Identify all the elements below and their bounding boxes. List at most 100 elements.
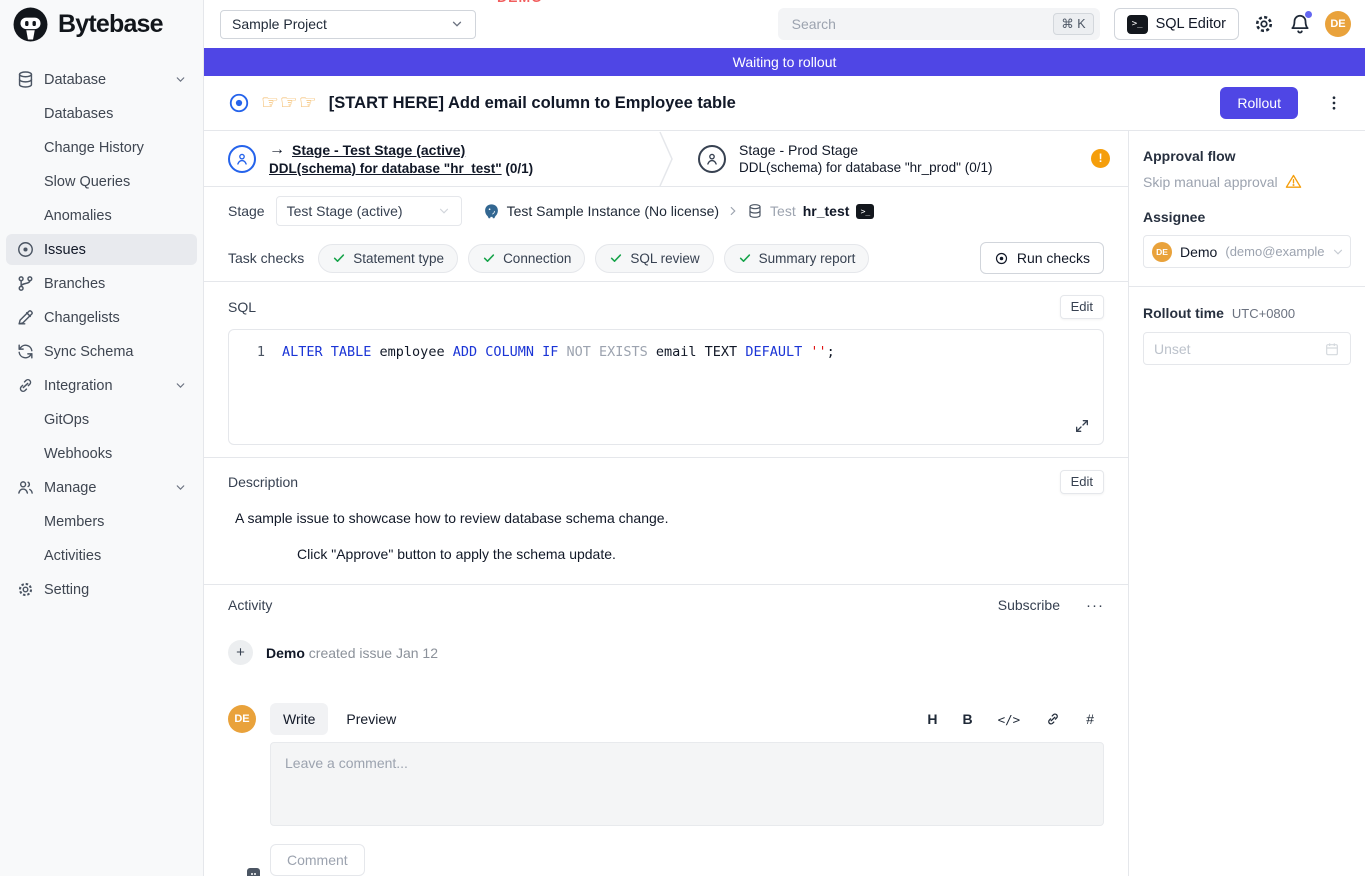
topbar: Sample Project ⌘ K >_ SQL Editor DE [204, 0, 1365, 48]
branch-icon [16, 274, 35, 293]
content-row: → Stage - Test Stage (active) DDL(schema… [204, 131, 1365, 876]
sql-edit-button[interactable]: Edit [1060, 295, 1104, 319]
more-menu-icon[interactable]: ··· [1086, 598, 1104, 613]
sidebar-item-integration[interactable]: Integration [6, 370, 197, 401]
chevron-down-icon [174, 481, 187, 494]
sidebar-item-sync-schema[interactable]: Sync Schema [6, 336, 197, 367]
hash-icon[interactable]: # [1086, 711, 1094, 727]
sidebar-item-label: Members [44, 514, 104, 530]
sidebar-item-label: Slow Queries [44, 174, 130, 190]
description-section: Description Edit A sample issue to showc… [204, 458, 1128, 584]
stage-progress: (0/1) [505, 161, 533, 176]
database-icon [16, 70, 35, 89]
tab-preview[interactable]: Preview [333, 703, 409, 735]
check-pill-summary-report[interactable]: Summary report [724, 244, 870, 273]
approval-flow-title: Approval flow [1143, 148, 1351, 164]
stage-select-dropdown[interactable]: Test Stage (active) [276, 196, 462, 226]
assignee-name: Demo [1180, 244, 1217, 260]
rollout-time-value: Unset [1154, 341, 1191, 357]
terminal-icon: >_ [1127, 15, 1148, 34]
check-pill-sql-review[interactable]: SQL review [595, 244, 713, 273]
expand-icon[interactable] [1074, 418, 1090, 434]
calendar-icon [1324, 341, 1340, 357]
sql-editor-button[interactable]: >_ SQL Editor [1114, 8, 1239, 40]
tab-write[interactable]: Write [270, 703, 328, 735]
check-pill-connection[interactable]: Connection [468, 244, 585, 273]
sidebar-item-activities[interactable]: Activities [6, 540, 197, 571]
sidebar-item-anomalies[interactable]: Anomalies [6, 200, 197, 231]
sidebar-item-label: Database [44, 72, 106, 88]
sidebar-item-databases[interactable]: Databases [6, 98, 197, 129]
issue-side-panel: Approval flow Skip manual approval Assig… [1128, 131, 1365, 876]
gear-icon [16, 580, 35, 599]
issue-title: [START HERE] Add email column to Employe… [329, 94, 736, 113]
sidebar-item-webhooks[interactable]: Webhooks [6, 438, 197, 469]
description-edit-button[interactable]: Edit [1060, 470, 1104, 494]
sidebar-item-members[interactable]: Members [6, 506, 197, 537]
comment-textarea[interactable] [270, 742, 1104, 826]
format-toolbar: H B </> # [927, 711, 1104, 727]
comment-editor: DE Write Preview H B </> [228, 703, 1104, 876]
activity-action: created issue Jan 12 [309, 645, 438, 661]
run-checks-button[interactable]: Run checks [980, 242, 1104, 274]
code-icon[interactable]: </> [998, 712, 1021, 727]
check-label: SQL review [630, 251, 699, 266]
assignee-avatar: DE [1152, 242, 1172, 262]
line-number: 1 [229, 342, 265, 362]
brand-logo[interactable]: Bytebase [0, 0, 203, 48]
check-icon [738, 251, 752, 265]
sidebar-item-setting[interactable]: Setting [6, 574, 197, 605]
sidebar-item-gitops[interactable]: GitOps [6, 404, 197, 435]
database-name[interactable]: hr_test [803, 203, 850, 219]
sidebar-item-branches[interactable]: Branches [6, 268, 197, 299]
sql-code-editor[interactable]: 1 ALTER TABLE employee ADD COLUMN IF NOT… [228, 329, 1104, 445]
sidebar-item-label: Activities [44, 548, 101, 564]
run-icon [994, 251, 1009, 266]
user-avatar[interactable]: DE [1325, 11, 1351, 37]
settings-gear-icon[interactable] [1253, 13, 1275, 35]
link-icon[interactable] [1045, 711, 1061, 727]
changelist-icon [16, 308, 35, 327]
chevron-down-icon [174, 379, 187, 392]
issue-icon [16, 240, 35, 259]
sidebar-item-label: Change History [44, 140, 144, 156]
search-box[interactable]: ⌘ K [778, 8, 1100, 40]
bold-icon[interactable]: B [963, 711, 973, 727]
kebab-menu-icon[interactable] [1325, 94, 1343, 112]
stage-text: → Stage - Test Stage (active) DDL(schema… [269, 141, 533, 176]
rollout-button[interactable]: Rollout [1220, 87, 1298, 119]
description-paragraph: A sample issue to showcase how to review… [235, 510, 1104, 526]
instance-name[interactable]: Test Sample Instance (No license) [507, 203, 719, 219]
notification-bell-icon[interactable] [1289, 13, 1311, 35]
sql-section: SQL Edit 1 ALTER TABLE employee ADD COLU… [204, 282, 1128, 457]
sidebar-item-manage[interactable]: Manage [6, 472, 197, 503]
sidebar-item-changelists[interactable]: Changelists [6, 302, 197, 333]
stage-warning-badge: ! [1091, 149, 1110, 168]
activity-actor[interactable]: Demo [266, 645, 305, 661]
stage-card-prod[interactable]: Stage - Prod Stage DDL(schema) for datab… [674, 131, 1128, 186]
stage-separator [658, 131, 674, 186]
sidebar-item-database[interactable]: Database [6, 64, 197, 95]
sidebar-item-change-history[interactable]: Change History [6, 132, 197, 163]
commenter-avatar: DE [228, 705, 256, 733]
sidebar-item-slow-queries[interactable]: Slow Queries [6, 166, 197, 197]
sidebar-item-issues[interactable]: Issues [6, 234, 197, 265]
rollout-time-picker[interactable]: Unset [1143, 332, 1351, 365]
pointer-emoji: ☞☞☞ [261, 93, 318, 113]
stage-task: DDL(schema) for database "hr_prod" [739, 160, 961, 175]
comment-submit-button[interactable]: Comment [270, 844, 365, 876]
stage-card-test[interactable]: → Stage - Test Stage (active) DDL(schema… [204, 131, 658, 186]
search-input[interactable] [790, 15, 1046, 33]
project-select[interactable]: Sample Project [220, 10, 476, 39]
task-checks-row: Task checks Statement type Connection SQ… [204, 235, 1128, 282]
assignee-email: (demo@example [1225, 244, 1328, 259]
check-pill-statement-type[interactable]: Statement type [318, 244, 458, 273]
heading-icon[interactable]: H [927, 711, 937, 727]
subscribe-button[interactable]: Subscribe [998, 597, 1060, 613]
assignee-select[interactable]: DE Demo (demo@example [1143, 235, 1351, 268]
sidebar-item-label: Webhooks [44, 446, 112, 462]
open-in-sql-editor-icon[interactable]: >_ [856, 204, 874, 219]
comment-tabs: Write Preview H B </> # [270, 703, 1104, 735]
sql-editor-label: SQL Editor [1156, 16, 1226, 32]
main: Sample Project ⌘ K >_ SQL Editor DE Wait… [204, 0, 1365, 876]
